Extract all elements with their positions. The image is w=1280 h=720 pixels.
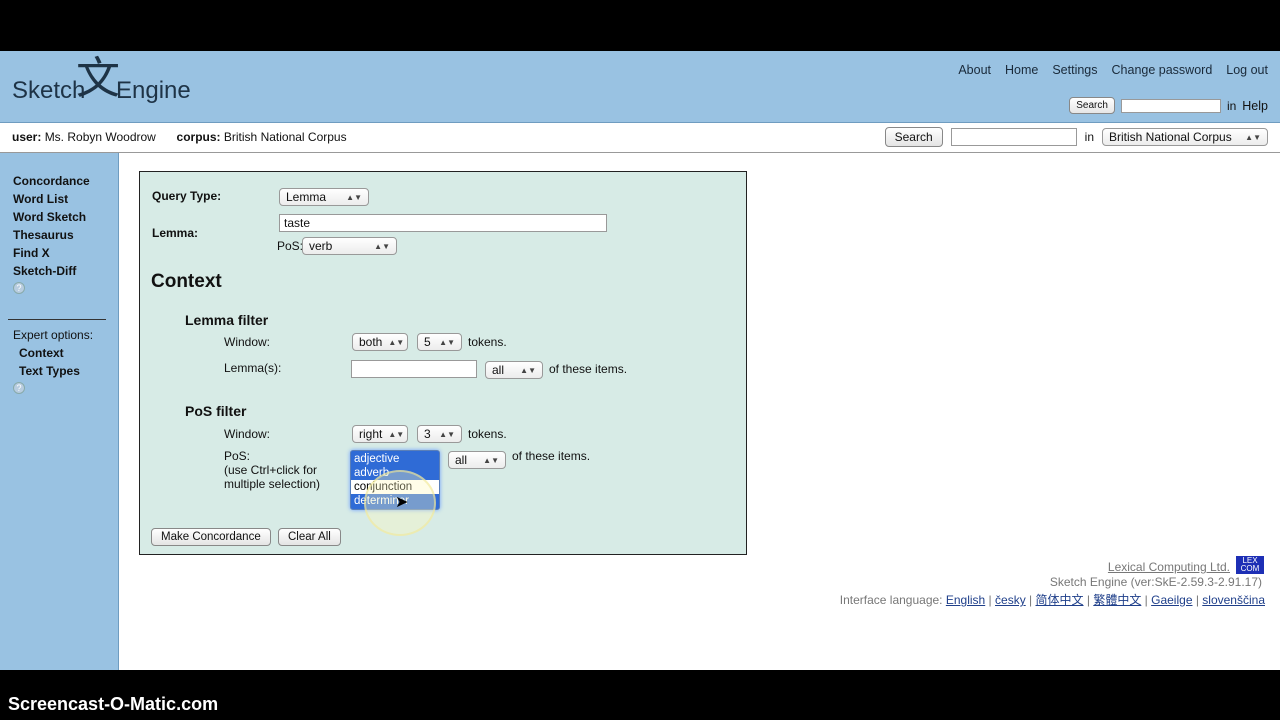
lemma-filter-title: Lemma filter [185, 312, 269, 328]
make-concordance-button[interactable]: Make Concordance [151, 528, 271, 546]
sidebar-divider [8, 319, 106, 320]
nav-change-password[interactable]: Change password [1112, 63, 1213, 77]
tokens-label: tokens. [468, 335, 507, 349]
nav-home[interactable]: Home [1005, 63, 1038, 77]
sidebar-item-concordance[interactable]: Concordance [13, 172, 90, 190]
screencast-watermark: Screencast-O-Matic.com [8, 694, 219, 714]
lemma-window-size-select[interactable]: 5 ▲▼ [417, 333, 462, 351]
lang-czech[interactable]: česky [995, 593, 1026, 607]
query-type-label: Query Type: [152, 189, 222, 203]
interface-language: Interface language: English | česky | 简体… [839, 593, 1265, 607]
select-arrows-icon: ▲▼ [520, 365, 536, 375]
sidebar-item-sketch-diff[interactable]: Sketch-Diff [13, 262, 90, 280]
sidebar-item-find-x[interactable]: Find X [13, 244, 90, 262]
user-name: Ms. Robyn Woodrow [44, 130, 156, 144]
lang-traditional-chinese[interactable]: 繁體中文 [1093, 593, 1141, 607]
sidebar: Concordance Word List Word Sketch Thesau… [0, 153, 119, 670]
pos-select[interactable]: verb ▲▼ [302, 237, 397, 255]
help-link[interactable]: Help [1242, 99, 1268, 113]
browser-page: Sketch 文 Engine About Home Settings Chan… [0, 51, 1280, 670]
lang-simplified-chinese[interactable]: 简体中文 [1036, 593, 1084, 607]
corpus-name: British National Corpus [223, 130, 347, 144]
select-arrows-icon: ▲▼ [1245, 132, 1261, 142]
sidebar-item-word-list[interactable]: Word List [13, 190, 90, 208]
of-these-items-label: of these items. [549, 362, 628, 376]
header: Sketch 文 Engine About Home Settings Chan… [0, 51, 1280, 123]
select-arrows-icon: ▲▼ [346, 192, 362, 202]
sidebar-item-word-sketch[interactable]: Word Sketch [13, 208, 90, 226]
select-arrows-icon: ▲▼ [388, 337, 405, 347]
select-arrows-icon: ▲▼ [388, 429, 405, 439]
lexcom-logo[interactable]: LEX COM [1236, 556, 1264, 574]
help-icon[interactable]: ? [13, 282, 25, 294]
lemma-window-label: Window: [224, 335, 271, 349]
pos-filter-title: PoS filter [185, 403, 247, 419]
pos-option-adjective[interactable]: adjective [351, 452, 439, 466]
pos-quantifier-select[interactable]: all ▲▼ [448, 451, 506, 469]
lang-slovenian[interactable]: slovenščina [1202, 593, 1265, 607]
top-navigation: About Home Settings Change password Log … [958, 63, 1268, 77]
concordance-form: Query Type: Lemma ▲▼ Lemma: taste PoS: v… [139, 171, 747, 555]
select-arrows-icon: ▲▼ [439, 429, 455, 439]
info-bar: user: Ms. Robyn Woodrow corpus: British … [0, 123, 1280, 153]
help-search: Search in Help [1069, 97, 1268, 114]
lemmas-input[interactable] [351, 360, 477, 378]
corpus-search-input[interactable] [950, 128, 1077, 146]
tokens-label: tokens. [468, 427, 507, 441]
pos-label: PoS: [277, 239, 304, 253]
lang-irish[interactable]: Gaeilge [1151, 593, 1192, 607]
corpus-search-button[interactable]: Search [884, 127, 943, 147]
sketch-engine-logo[interactable]: Sketch 文 Engine [12, 57, 212, 113]
lemmas-label: Lemma(s): [224, 361, 282, 375]
nav-log-out[interactable]: Log out [1226, 63, 1268, 77]
nav-settings[interactable]: Settings [1052, 63, 1097, 77]
user-corpus-info: user: Ms. Robyn Woodrow corpus: British … [12, 130, 347, 144]
sidebar-item-thesaurus[interactable]: Thesaurus [13, 226, 90, 244]
help-search-input[interactable] [1120, 98, 1221, 113]
expert-options-label: Expert options: [13, 328, 94, 342]
select-arrows-icon: ▲▼ [483, 455, 499, 465]
query-type-select[interactable]: Lemma ▲▼ [279, 188, 369, 206]
logo-glyph-icon: 文 [76, 54, 120, 103]
select-arrows-icon: ▲▼ [439, 337, 455, 347]
corpus-select[interactable]: British National Corpus ▲▼ [1102, 128, 1268, 146]
sidebar-item-context[interactable]: Context [13, 344, 93, 362]
pos-window-size-select[interactable]: 3 ▲▼ [417, 425, 462, 443]
lemma-window-direction-select[interactable]: both ▲▼ [352, 333, 408, 351]
of-these-items-label: of these items. [512, 449, 591, 463]
pos-option-adverb[interactable]: adverb [351, 466, 439, 480]
version-info: Sketch Engine (ver:SkE-2.59.3-2.91.17) [1049, 575, 1262, 589]
corpus-search: Search in British National Corpus ▲▼ [884, 127, 1268, 147]
lemma-label: Lemma: [152, 226, 199, 240]
pos-filter-label: PoS: (use Ctrl+click for multiple select… [224, 449, 321, 491]
select-arrows-icon: ▲▼ [374, 241, 390, 251]
context-title: Context [151, 271, 222, 292]
pos-window-label: Window: [224, 427, 271, 441]
help-icon[interactable]: ? [13, 382, 25, 394]
lemma-input[interactable]: taste [279, 214, 607, 232]
help-search-button[interactable]: Search [1069, 97, 1115, 114]
mouse-pointer-icon: ➤ [395, 494, 409, 511]
sidebar-item-text-types[interactable]: Text Types [13, 362, 93, 380]
clear-all-button[interactable]: Clear All [278, 528, 341, 546]
lang-english[interactable]: English [946, 593, 985, 607]
nav-about[interactable]: About [958, 63, 991, 77]
lemma-quantifier-select[interactable]: all ▲▼ [485, 361, 543, 379]
company-link[interactable]: Lexical Computing Ltd. [1108, 560, 1230, 574]
pos-window-direction-select[interactable]: right ▲▼ [352, 425, 408, 443]
